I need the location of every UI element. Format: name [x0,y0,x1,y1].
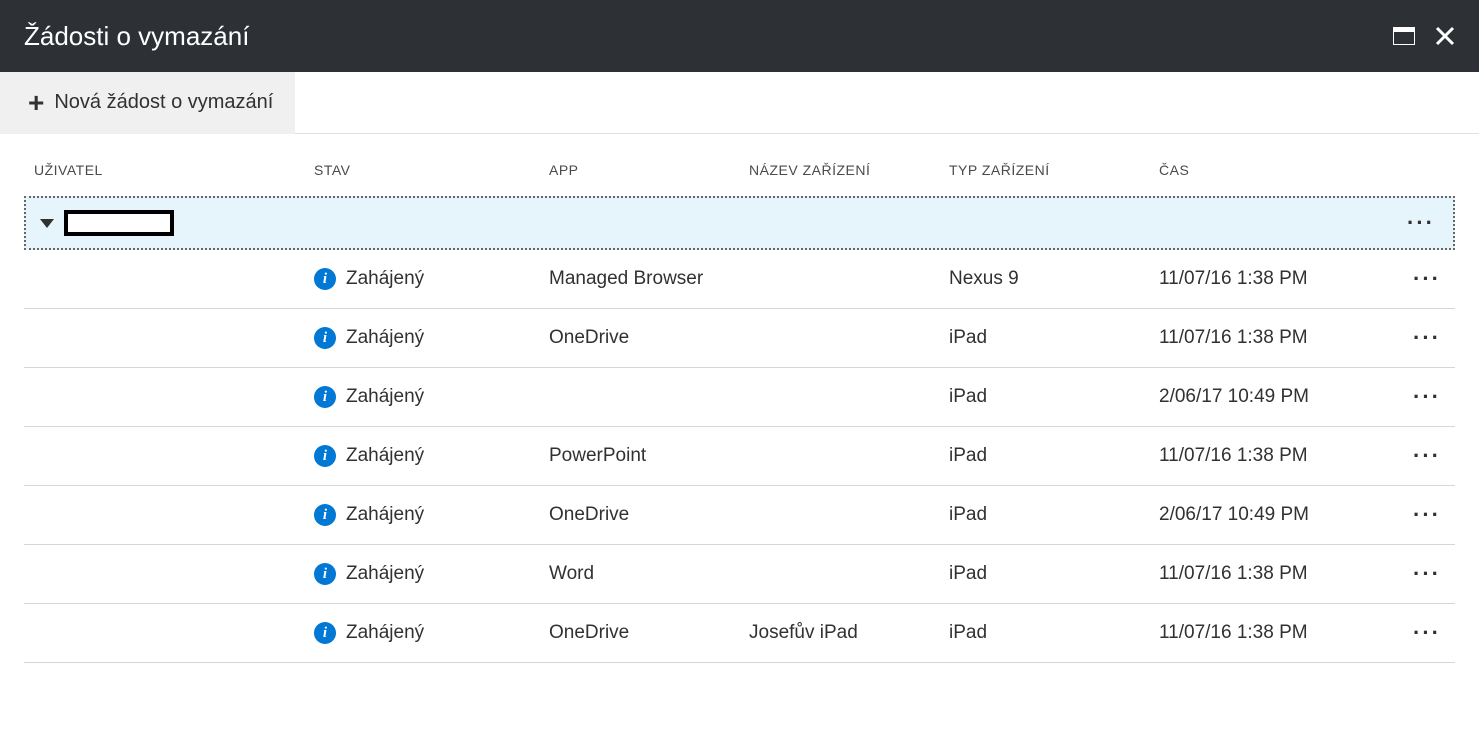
chevron-down-icon[interactable] [40,219,54,228]
row-actions-icon[interactable]: ··· [1409,384,1445,410]
status-text: Zahájený [346,445,424,467]
col-device-name[interactable]: NÁZEV ZAŘÍZENÍ [749,162,949,178]
cell-app: Word [549,563,749,585]
cell-device-type: iPad [949,504,1159,526]
table-row[interactable]: i Zahájený iPad2/06/17 10:49 PM ··· [24,368,1455,427]
cell-status: i Zahájený [314,622,549,644]
row-actions-icon[interactable]: ··· [1409,443,1445,469]
cell-status: i Zahájený [314,504,549,526]
row-actions-icon[interactable]: ··· [1409,561,1445,587]
col-time[interactable]: ČAS [1159,162,1389,178]
cell-device-name: Josefův iPad [749,622,949,644]
info-icon: i [314,445,336,467]
cell-device-type: iPad [949,327,1159,349]
cell-device-type: iPad [949,386,1159,408]
cell-device-type: iPad [949,622,1159,644]
table-row[interactable]: i Zahájený OneDriveJosefův iPadiPad11/07/1… [24,604,1455,663]
plus-icon: + [28,89,44,117]
info-icon: i [314,563,336,585]
cell-app: PowerPoint [549,445,749,467]
col-user[interactable]: UŽIVATEL [34,162,314,178]
new-request-label: Nová žádost o vymazání [54,91,273,114]
row-actions-icon[interactable]: ··· [1409,325,1445,351]
cell-device-type: Nexus 9 [949,268,1159,290]
table-row[interactable]: i Zahájený Managed Browser Nexus 911/07/16 … [24,250,1455,309]
info-icon: i [314,327,336,349]
row-actions-icon[interactable]: ··· [1409,266,1445,292]
status-text: Zahájený [346,386,424,408]
user-redacted [64,210,174,236]
group-actions-icon[interactable]: ··· [1403,210,1439,236]
page-title: Žádosti o vymazání [24,21,249,52]
cell-status: i Zahájený [314,268,549,290]
cell-device-type: iPad [949,445,1159,467]
cell-status: i Zahájený [314,327,549,349]
table-header: UŽIVATEL STAV APP NÁZEV ZAŘÍZENÍ TYP ZAŘ… [24,134,1455,196]
cell-time: 11/07/16 1:38 PM [1159,445,1389,467]
info-icon: i [314,268,336,290]
cell-time: 11/07/16 1:38 PM [1159,563,1389,585]
header-actions [1393,26,1455,46]
cell-status: i Zahájený [314,445,549,467]
status-text: Zahájený [346,563,424,585]
close-icon[interactable] [1435,26,1455,46]
row-actions-icon[interactable]: ··· [1409,502,1445,528]
group-row[interactable]: ··· [24,196,1455,250]
table-row[interactable]: i Zahájený Word iPad11/07/16 1:38 PM ··· [24,545,1455,604]
row-actions-icon[interactable]: ··· [1409,620,1445,646]
cell-device-type: iPad [949,563,1159,585]
info-icon: i [314,622,336,644]
cell-app: OneDrive [549,622,749,644]
cell-time: 11/07/16 1:38 PM [1159,327,1389,349]
cell-app: OneDrive [549,504,749,526]
group-left [40,210,174,236]
wipe-requests-table: UŽIVATEL STAV APP NÁZEV ZAŘÍZENÍ TYP ZAŘ… [0,134,1479,663]
cell-status: i Zahájený [314,563,549,585]
header-bar: Žádosti o vymazání [0,0,1479,72]
cell-app: OneDrive [549,327,749,349]
cell-time: 2/06/17 10:49 PM [1159,386,1389,408]
table-row[interactable]: i Zahájený OneDrive iPad11/07/16 1:38 PM ··· [24,309,1455,368]
cell-time: 11/07/16 1:38 PM [1159,622,1389,644]
status-text: Zahájený [346,327,424,349]
info-icon: i [314,504,336,526]
status-text: Zahájený [346,622,424,644]
cell-app: Managed Browser [549,268,749,290]
cell-time: 2/06/17 10:49 PM [1159,504,1389,526]
info-icon: i [314,386,336,408]
col-device-type[interactable]: TYP ZAŘÍZENÍ [949,162,1159,178]
restore-icon[interactable] [1393,27,1415,45]
cell-time: 11/07/16 1:38 PM [1159,268,1389,290]
status-text: Zahájený [346,268,424,290]
status-text: Zahájený [346,504,424,526]
toolbar: + Nová žádost o vymazání [0,72,1479,134]
new-request-button[interactable]: + Nová žádost o vymazání [0,72,295,134]
col-app[interactable]: APP [549,162,749,178]
table-row[interactable]: i Zahájený PowerPoint iPad11/07/16 1:38 PM ·… [24,427,1455,486]
table-row[interactable]: i Zahájený OneDrive iPad2/06/17 10:49 PM ··· [24,486,1455,545]
col-status[interactable]: STAV [314,162,549,178]
cell-status: i Zahájený [314,386,549,408]
